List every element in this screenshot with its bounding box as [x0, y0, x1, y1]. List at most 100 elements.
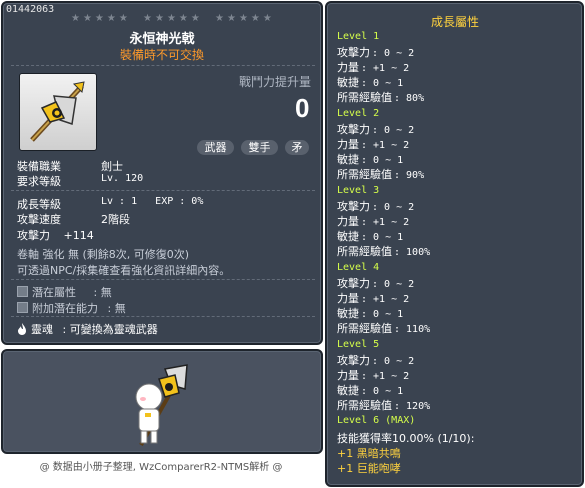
stat-value: : +1 ~ 2 — [361, 294, 410, 305]
attack-row: 攻擊力 +114 — [17, 227, 94, 243]
level-title: Level 4 — [337, 262, 380, 273]
stat-label: 力量 — [337, 292, 359, 305]
stat-label: 所需經驗值 — [337, 399, 392, 412]
stat-label: 敏捷 — [337, 384, 359, 397]
growth-panel-title: 成長屬性 — [430, 15, 479, 29]
stat-label: 敏捷 — [337, 153, 359, 166]
star-force-stars: ★★★★★ ★★★★★ ★★★★★ — [71, 13, 275, 24]
skill-item: +1 黑暗共鳴 — [337, 447, 401, 460]
stat-row: 所需經驗值: 80% — [337, 89, 424, 105]
stat-row: 攻擊力: 0 ~ 2 — [337, 121, 414, 137]
additional-potential-row: 附加潛在能力 : 無 — [17, 300, 126, 316]
trade-restriction: 裝備時不可交換 — [119, 48, 204, 62]
stat-row: 力量: +1 ~ 2 — [337, 136, 409, 152]
tag-two-handed: 雙手 — [241, 140, 278, 155]
tag-weapon: 武器 — [197, 140, 234, 155]
potential-value: : 無 — [93, 286, 112, 299]
attack-speed-value: 2階段 — [101, 213, 130, 226]
skill-item: +1 巨能咆哮 — [337, 462, 401, 475]
stat-label: 攻擊力 — [337, 123, 370, 136]
additional-potential-value: : 無 — [107, 302, 126, 315]
stat-label: 所需經驗值 — [337, 245, 392, 258]
stat-label: 敏捷 — [337, 307, 359, 320]
stat-label: 攻擊力 — [337, 277, 370, 290]
potential-row: 潛在屬性 : 無 — [17, 284, 112, 300]
character-avatar — [135, 364, 188, 446]
stat-row: 力量: +1 ~ 2 — [337, 367, 409, 383]
req-level-label: 要求等級 — [17, 175, 61, 188]
growth-level-label: 成長等級 — [17, 198, 61, 211]
stat-row: 敏捷: 0 ~ 1 — [337, 382, 403, 398]
enhance-info: 卷軸 強化 無 (剩餘8次, 可修復0次) — [17, 248, 190, 261]
req-level-value: Lv. 120 — [101, 173, 144, 184]
power-increase-label: 戰鬥力提升量 — [239, 75, 312, 89]
tag-spear: 矛 — [285, 140, 309, 155]
stat-value: : +1 ~ 2 — [361, 217, 410, 228]
enhance-note: 可透過NPC/採集確查看強化資訊詳細內容。 — [17, 264, 231, 277]
soul-row: 靈魂 : 可變換為靈魂武器 — [17, 321, 158, 337]
item-name: 永恒神光戟 — [129, 32, 195, 47]
growth-level-value: Lv : 1 EXP : 0% — [101, 196, 204, 207]
growth-level-row: 成長等級 Lv : 1 EXP : 0% — [17, 196, 203, 212]
stat-value: : 100% — [394, 247, 431, 258]
star-group: ★★★★★ — [215, 13, 275, 24]
character-preview-panel — [1, 349, 323, 454]
power-increase-value: 0 — [295, 93, 310, 123]
attack-label: 攻擊力 — [17, 229, 50, 242]
stat-row: 攻擊力: 0 ~ 2 — [337, 44, 414, 60]
level-title: Level 6 (MAX) — [337, 415, 416, 426]
attack-speed-row: 攻擊速度 2階段 — [17, 211, 130, 227]
potential-label: 潛在屬性 — [32, 286, 76, 299]
potential-icon — [17, 286, 28, 297]
level-title: Level 5 — [337, 339, 380, 350]
stat-label: 力量 — [337, 138, 359, 151]
stat-row: 攻擊力: 0 ~ 2 — [337, 352, 414, 368]
skill-rate: 技能獲得率10.00% (1/10): — [337, 432, 475, 445]
star-group: ★★★★★ — [71, 13, 131, 24]
stat-label: 所需經驗值 — [337, 91, 392, 104]
divider — [11, 65, 315, 66]
additional-potential-label: 附加潛在能力 — [32, 302, 98, 315]
stat-value: : +1 ~ 2 — [361, 140, 410, 151]
req-level-row: 要求等級 Lv. 120 — [17, 173, 143, 189]
stat-value: : 0 ~ 2 — [372, 48, 415, 59]
stat-row: 所需經驗值: 120% — [337, 397, 430, 413]
stat-label: 攻擊力 — [337, 46, 370, 59]
stat-label: 攻擊力 — [337, 354, 370, 367]
stat-row: 敏捷: 0 ~ 1 — [337, 228, 403, 244]
stat-label: 攻擊力 — [337, 200, 370, 213]
stat-value: : 120% — [394, 401, 431, 412]
soul-value: : 可變換為靈魂武器 — [62, 323, 158, 336]
stat-value: : 0 ~ 2 — [372, 279, 415, 290]
item-icon-frame — [19, 73, 97, 151]
stat-value: : 80% — [394, 93, 425, 104]
job-value: 劍士 — [101, 160, 123, 173]
stat-row: 敏捷: 0 ~ 1 — [337, 74, 403, 90]
stat-row: 敏捷: 0 ~ 1 — [337, 151, 403, 167]
stat-value: : 90% — [394, 170, 425, 181]
divider — [11, 190, 315, 191]
stat-row: 攻擊力: 0 ~ 2 — [337, 198, 414, 214]
stat-label: 力量 — [337, 369, 359, 382]
stat-label: 敏捷 — [337, 76, 359, 89]
stat-value: : +1 ~ 2 — [361, 371, 410, 382]
stat-row: 所需經驗值: 90% — [337, 166, 424, 182]
attack-speed-label: 攻擊速度 — [17, 213, 61, 226]
additional-potential-icon — [17, 302, 28, 313]
stat-value: : 0 ~ 1 — [361, 155, 404, 166]
watermark: @ 数据由小册子整理, WzComparerR2-NTMS解析 @ — [39, 462, 283, 473]
stat-label: 敏捷 — [337, 230, 359, 243]
stat-value: : 0 ~ 2 — [372, 202, 415, 213]
stat-label: 力量 — [337, 61, 359, 74]
stat-row: 力量: +1 ~ 2 — [337, 213, 409, 229]
stat-value: : 0 ~ 1 — [361, 78, 404, 89]
star-group: ★★★★★ — [143, 13, 203, 24]
divider — [11, 279, 315, 280]
stat-label: 所需經驗值 — [337, 168, 392, 181]
level-title: Level 1 — [337, 31, 380, 42]
flame-icon — [18, 323, 26, 335]
stat-value: : 110% — [394, 324, 431, 335]
stat-row: 所需經驗值: 100% — [337, 243, 430, 259]
level-title: Level 2 — [337, 108, 380, 119]
divider — [11, 316, 315, 317]
